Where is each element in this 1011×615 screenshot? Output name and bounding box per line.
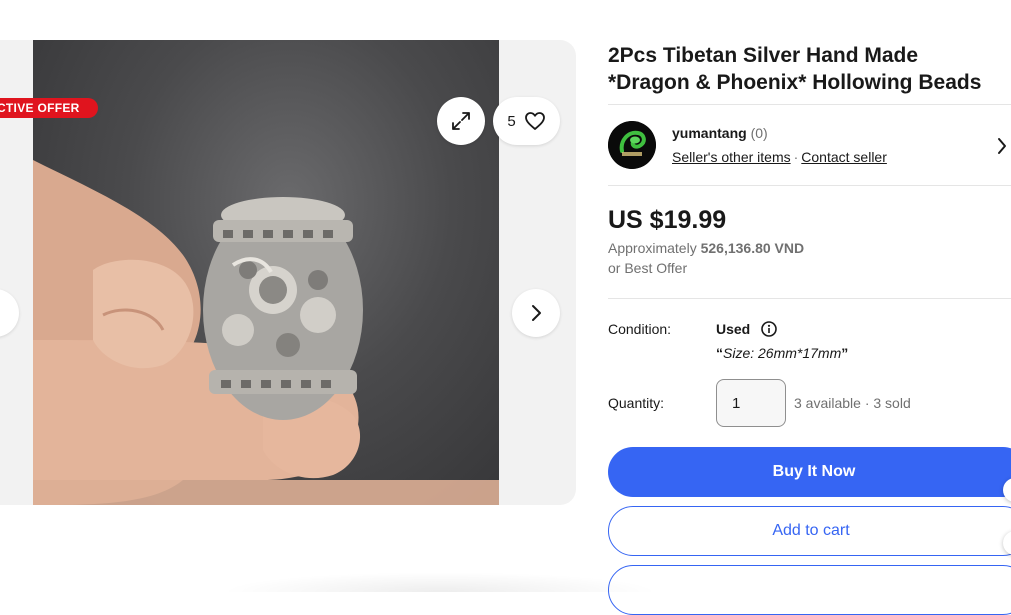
quote-close: ” — [841, 345, 849, 361]
product-image[interactable] — [33, 40, 499, 505]
divider — [608, 298, 1011, 299]
condition-note: “Size: 26mm*17mm” — [716, 345, 848, 361]
item-price: US $19.99 — [608, 206, 727, 234]
divider — [608, 185, 1011, 186]
buy-it-now-button[interactable]: Buy It Now — [608, 447, 1011, 497]
seller-expand-button[interactable] — [997, 137, 1007, 160]
chevron-right-icon — [998, 138, 1006, 154]
image-gallery: ACTIVE OFFER 5 — [0, 40, 576, 505]
converted-price: Approximately 526,136.80 VND — [608, 240, 804, 256]
watch-button[interactable]: 5 — [493, 97, 560, 145]
bottom-shadow — [220, 572, 660, 592]
seller-feedback-count: (0) — [750, 125, 768, 141]
chevron-left-icon — [0, 303, 2, 323]
seller-avatar[interactable] — [608, 121, 656, 169]
condition-note-text: Size: 26mm*17mm — [723, 345, 842, 361]
add-to-cart-button[interactable]: Add to cart — [608, 506, 1011, 556]
info-icon — [761, 321, 777, 337]
bead-photo-illustration — [33, 160, 499, 505]
next-image-button[interactable] — [512, 289, 560, 337]
make-offer-button[interactable] — [608, 565, 1011, 615]
previous-image-button[interactable] — [0, 289, 19, 337]
best-offer-text: or Best Offer — [608, 260, 688, 276]
heart-icon — [524, 112, 545, 130]
quantity-input[interactable] — [716, 379, 786, 427]
buy-it-now-label: Buy It Now — [772, 463, 856, 480]
quantity-label: Quantity: — [608, 395, 665, 411]
seller-links: Seller's other items · Contact seller — [672, 149, 887, 165]
active-offer-label: ACTIVE OFFER — [0, 101, 80, 115]
quote-open: “ — [716, 345, 723, 361]
active-offer-badge: ACTIVE OFFER — [0, 98, 98, 118]
quantity-availability: 3 available · 3 sold — [794, 395, 911, 411]
seller-logo — [608, 121, 656, 169]
listing-title-line-1: 2Pcs Tibetan Silver Hand Made — [608, 44, 919, 67]
approx-prefix: Approximately — [608, 240, 697, 256]
watch-count: 5 — [507, 112, 516, 130]
add-to-cart-label: Add to cart — [772, 522, 850, 539]
divider — [608, 104, 1011, 105]
expand-icon — [452, 112, 470, 130]
contact-seller-link[interactable]: Contact seller — [801, 149, 887, 165]
condition-info-button[interactable] — [761, 321, 777, 342]
listing-title: 2Pcs Tibetan Silver Hand Made *Dragon & … — [608, 42, 1011, 96]
sellers-other-items-link[interactable]: Seller's other items — [672, 149, 791, 165]
link-separator: · — [793, 149, 799, 165]
approx-value: 526,136.80 VND — [700, 240, 805, 256]
chevron-right-icon — [532, 305, 541, 321]
condition-label: Condition: — [608, 321, 672, 337]
expand-image-button[interactable] — [437, 97, 485, 145]
seller-name[interactable]: yumantang — [672, 125, 747, 141]
condition-value: Used — [716, 321, 751, 337]
seller-info: yumantang (0) — [672, 125, 768, 141]
listing-title-line-2: *Dragon & Phoenix* Hollowing Beads — [608, 71, 982, 94]
